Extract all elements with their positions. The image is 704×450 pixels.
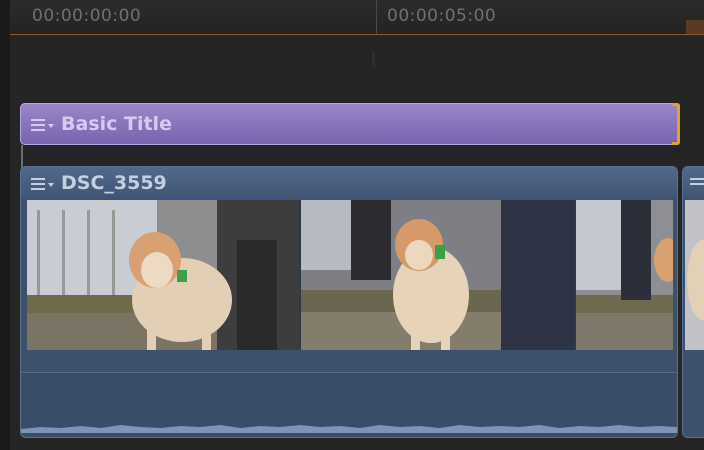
next-video-clip[interactable] xyxy=(682,166,704,438)
video-clip-header[interactable]: DSC_3559 xyxy=(21,167,677,199)
filmstrip xyxy=(27,200,673,350)
filmstrip-frame xyxy=(575,200,673,350)
title-clip[interactable]: Basic Title xyxy=(20,103,680,145)
connection-line xyxy=(21,145,23,169)
video-clip-label-group: DSC_3559 xyxy=(29,172,167,194)
timecode-mid: 00:00:05:00 xyxy=(387,6,497,26)
ruler-range-marker xyxy=(686,20,704,34)
timecode-ruler[interactable]: 00:00:00:00 00:00:05:00 xyxy=(10,0,704,35)
filmstrip-frame xyxy=(301,200,576,350)
timeline[interactable]: 00:00:00:00 00:00:05:00 Basic Title DSC_… xyxy=(0,0,704,450)
next-clip-header[interactable] xyxy=(683,167,704,199)
timecode-start: 00:00:00:00 xyxy=(32,6,142,26)
clip-menu-icon[interactable] xyxy=(688,173,704,193)
dog-thumbnail-image xyxy=(575,200,673,350)
dog-thumbnail-image xyxy=(301,200,574,350)
clip-menu-icon[interactable] xyxy=(29,173,55,193)
title-clip-trim-handle[interactable] xyxy=(672,103,680,145)
dog-thumbnail-image xyxy=(27,200,300,350)
clip-menu-icon[interactable] xyxy=(29,114,55,134)
skimmer-marker xyxy=(372,52,375,66)
audio-waveform-track[interactable] xyxy=(21,372,677,437)
timeline-left-edge xyxy=(0,0,10,450)
ruler-tick xyxy=(376,0,377,34)
video-clip[interactable]: DSC_3559 xyxy=(20,166,678,438)
dog-thumbnail-image xyxy=(685,200,704,350)
title-clip-name: Basic Title xyxy=(61,113,172,135)
filmstrip-frame xyxy=(27,200,302,350)
title-clip-label-group: Basic Title xyxy=(29,113,172,135)
audio-waveform xyxy=(21,425,677,433)
video-clip-name: DSC_3559 xyxy=(61,172,167,194)
